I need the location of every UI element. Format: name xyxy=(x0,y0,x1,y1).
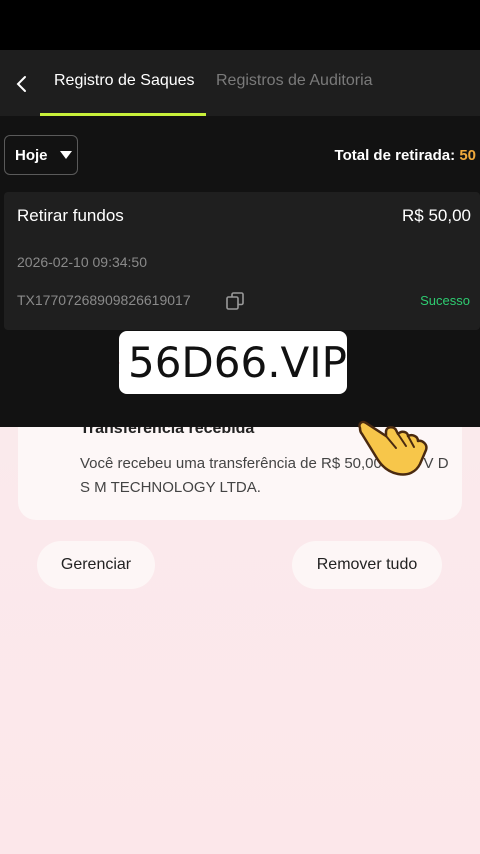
watermark-banner: 56D66.VIP xyxy=(119,331,347,394)
back-button[interactable] xyxy=(8,70,36,98)
withdrawal-record-card[interactable]: Retirar fundos R$ 50,00 2026-02-10 09:34… xyxy=(4,192,480,330)
watermark-text: 56D66.VIP xyxy=(127,338,347,387)
tab-header: Registro de Saques Registros de Auditori… xyxy=(0,50,480,116)
caret-down-icon xyxy=(59,151,72,159)
manage-button[interactable]: Gerenciar xyxy=(37,541,155,589)
pointing-hand-icon xyxy=(358,420,428,476)
status-badge: Sucesso xyxy=(420,293,470,308)
remove-all-button[interactable]: Remover tudo xyxy=(292,541,442,589)
record-datetime: 2026-02-10 09:34:50 xyxy=(17,254,147,270)
total-label: Total de retirada: xyxy=(334,147,456,164)
tab-audit-records[interactable]: Registros de Auditoria xyxy=(216,72,373,90)
tab-withdrawal-records[interactable]: Registro de Saques xyxy=(54,72,195,90)
status-bar-area xyxy=(0,0,480,50)
total-withdrawal: Total de retirada: 50 xyxy=(335,147,476,164)
copy-icon[interactable] xyxy=(226,292,244,310)
filter-row: Hoje Total de retirada: 50 xyxy=(0,116,480,192)
date-filter-value: Hoje xyxy=(15,146,48,164)
total-value: 50 xyxy=(459,147,476,164)
record-title: Retirar fundos xyxy=(17,206,124,225)
link-icon xyxy=(119,362,120,363)
chevron-left-icon xyxy=(16,76,26,92)
record-amount: R$ 50,00 xyxy=(402,206,471,225)
record-tx-id: TX17707268909826619017 xyxy=(17,292,191,308)
date-filter-dropdown[interactable]: Hoje xyxy=(4,135,78,175)
